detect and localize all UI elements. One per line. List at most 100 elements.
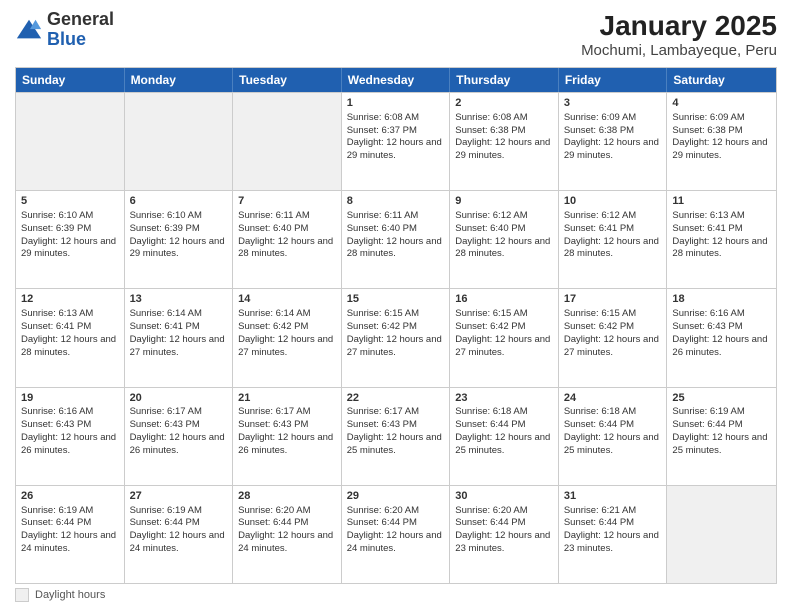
day-info: Sunrise: 6:14 AM [238,308,336,321]
cal-cell-week5-day4: 30Sunrise: 6:20 AMSunset: 6:44 PMDayligh… [450,486,559,583]
cal-cell-week1-day3: 1Sunrise: 6:08 AMSunset: 6:37 PMDaylight… [342,93,451,190]
logo-general-text: General [47,9,114,29]
cal-cell-week4-day1: 20Sunrise: 6:17 AMSunset: 6:43 PMDayligh… [125,388,234,485]
cal-cell-week2-day1: 6Sunrise: 6:10 AMSunset: 6:39 PMDaylight… [125,191,234,288]
day-info: Daylight: 12 hours and 25 minutes. [455,432,553,458]
day-info: Sunrise: 6:15 AM [564,308,662,321]
cal-cell-week5-day5: 31Sunrise: 6:21 AMSunset: 6:44 PMDayligh… [559,486,668,583]
day-info: Sunset: 6:41 PM [564,223,662,236]
day-info: Sunset: 6:38 PM [455,125,553,138]
cal-cell-week4-day3: 22Sunrise: 6:17 AMSunset: 6:43 PMDayligh… [342,388,451,485]
cal-cell-week3-day2: 14Sunrise: 6:14 AMSunset: 6:42 PMDayligh… [233,289,342,386]
day-info: Daylight: 12 hours and 27 minutes. [347,334,445,360]
day-info: Sunset: 6:44 PM [455,419,553,432]
day-info: Daylight: 12 hours and 27 minutes. [564,334,662,360]
day-info: Sunset: 6:44 PM [455,517,553,530]
day-info: Daylight: 12 hours and 29 minutes. [130,236,228,262]
day-info: Sunrise: 6:12 AM [564,210,662,223]
day-number: 20 [130,391,228,406]
day-info: Sunset: 6:42 PM [238,321,336,334]
col-wednesday: Wednesday [342,68,451,92]
cal-cell-week1-day2 [233,93,342,190]
day-info: Daylight: 12 hours and 28 minutes. [672,236,771,262]
day-info: Sunrise: 6:08 AM [455,112,553,125]
day-number: 15 [347,292,445,307]
day-number: 31 [564,489,662,504]
day-number: 17 [564,292,662,307]
day-info: Sunrise: 6:15 AM [455,308,553,321]
day-info: Sunrise: 6:09 AM [564,112,662,125]
col-monday: Monday [125,68,234,92]
day-number: 29 [347,489,445,504]
day-number: 19 [21,391,119,406]
day-info: Sunset: 6:44 PM [347,517,445,530]
cal-cell-week2-day6: 11Sunrise: 6:13 AMSunset: 6:41 PMDayligh… [667,191,776,288]
day-number: 5 [21,194,119,209]
day-info: Daylight: 12 hours and 29 minutes. [564,137,662,163]
day-info: Daylight: 12 hours and 26 minutes. [130,432,228,458]
day-number: 10 [564,194,662,209]
day-info: Sunrise: 6:13 AM [21,308,119,321]
day-info: Sunrise: 6:10 AM [130,210,228,223]
day-info: Sunrise: 6:17 AM [130,406,228,419]
day-number: 8 [347,194,445,209]
cal-cell-week2-day3: 8Sunrise: 6:11 AMSunset: 6:40 PMDaylight… [342,191,451,288]
day-info: Sunrise: 6:11 AM [347,210,445,223]
day-number: 7 [238,194,336,209]
day-info: Sunset: 6:39 PM [21,223,119,236]
page-subtitle: Mochumi, Lambayeque, Peru [581,42,777,59]
day-info: Sunset: 6:40 PM [238,223,336,236]
cal-cell-week3-day5: 17Sunrise: 6:15 AMSunset: 6:42 PMDayligh… [559,289,668,386]
cal-cell-week1-day4: 2Sunrise: 6:08 AMSunset: 6:38 PMDaylight… [450,93,559,190]
day-info: Daylight: 12 hours and 26 minutes. [21,432,119,458]
day-info: Sunrise: 6:12 AM [455,210,553,223]
day-info: Daylight: 12 hours and 28 minutes. [238,236,336,262]
cal-cell-week5-day3: 29Sunrise: 6:20 AMSunset: 6:44 PMDayligh… [342,486,451,583]
day-info: Sunset: 6:44 PM [130,517,228,530]
col-sunday: Sunday [16,68,125,92]
day-info: Sunrise: 6:11 AM [238,210,336,223]
day-info: Sunset: 6:40 PM [455,223,553,236]
cal-cell-week4-day0: 19Sunrise: 6:16 AMSunset: 6:43 PMDayligh… [16,388,125,485]
page-title: January 2025 [581,10,777,42]
day-info: Sunrise: 6:20 AM [238,505,336,518]
day-info: Sunset: 6:44 PM [238,517,336,530]
day-info: Daylight: 12 hours and 24 minutes. [347,530,445,556]
cal-cell-week3-day3: 15Sunrise: 6:15 AMSunset: 6:42 PMDayligh… [342,289,451,386]
day-info: Sunrise: 6:17 AM [238,406,336,419]
day-info: Sunset: 6:43 PM [238,419,336,432]
cal-cell-week3-day1: 13Sunrise: 6:14 AMSunset: 6:41 PMDayligh… [125,289,234,386]
day-info: Sunrise: 6:16 AM [21,406,119,419]
day-info: Sunset: 6:43 PM [130,419,228,432]
day-info: Sunrise: 6:20 AM [347,505,445,518]
day-info: Sunrise: 6:19 AM [21,505,119,518]
day-info: Daylight: 12 hours and 24 minutes. [130,530,228,556]
day-info: Daylight: 12 hours and 25 minutes. [564,432,662,458]
day-info: Sunset: 6:43 PM [347,419,445,432]
col-thursday: Thursday [450,68,559,92]
day-number: 9 [455,194,553,209]
cal-week-5: 26Sunrise: 6:19 AMSunset: 6:44 PMDayligh… [16,485,776,583]
day-info: Sunset: 6:44 PM [21,517,119,530]
day-number: 22 [347,391,445,406]
day-info: Sunset: 6:42 PM [347,321,445,334]
day-info: Daylight: 12 hours and 28 minutes. [347,236,445,262]
day-info: Daylight: 12 hours and 24 minutes. [238,530,336,556]
logo-blue-text: Blue [47,29,86,49]
day-info: Sunset: 6:37 PM [347,125,445,138]
day-number: 30 [455,489,553,504]
day-number: 13 [130,292,228,307]
day-info: Sunset: 6:44 PM [564,517,662,530]
cal-cell-week5-day1: 27Sunrise: 6:19 AMSunset: 6:44 PMDayligh… [125,486,234,583]
day-info: Daylight: 12 hours and 29 minutes. [672,137,771,163]
day-number: 23 [455,391,553,406]
day-info: Sunrise: 6:10 AM [21,210,119,223]
cal-cell-week5-day6 [667,486,776,583]
day-info: Daylight: 12 hours and 28 minutes. [564,236,662,262]
day-info: Daylight: 12 hours and 29 minutes. [21,236,119,262]
cal-week-2: 5Sunrise: 6:10 AMSunset: 6:39 PMDaylight… [16,190,776,288]
day-info: Daylight: 12 hours and 26 minutes. [672,334,771,360]
cal-cell-week1-day5: 3Sunrise: 6:09 AMSunset: 6:38 PMDaylight… [559,93,668,190]
cal-cell-week2-day4: 9Sunrise: 6:12 AMSunset: 6:40 PMDaylight… [450,191,559,288]
day-info: Daylight: 12 hours and 25 minutes. [347,432,445,458]
